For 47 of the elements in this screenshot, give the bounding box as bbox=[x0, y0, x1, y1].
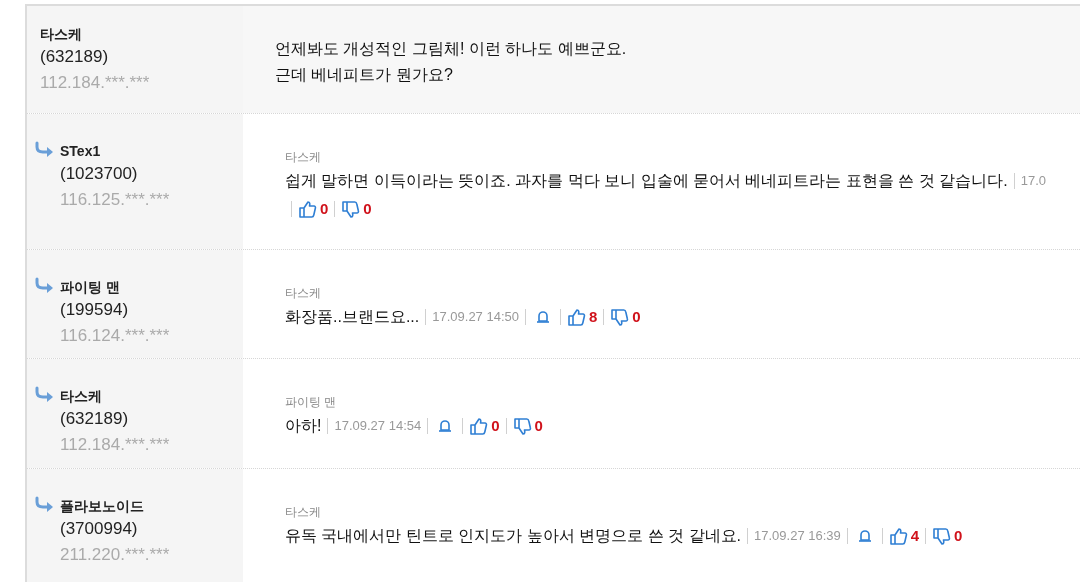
user-id: (632189) bbox=[40, 46, 110, 68]
dislike-button[interactable]: 0 bbox=[341, 198, 372, 221]
nickname[interactable]: 타스케 bbox=[60, 386, 170, 406]
comment-text: 화장품..브랜드요... bbox=[285, 307, 420, 327]
comment-text: 쉽게 말하면 이득이라는 뜻이죠. 과자를 먹다 보니 입술에 묻어서 베네피트라는 표현을 쓴 것 같습니다. bbox=[285, 171, 1008, 191]
ip-address: 112.184.***.*** bbox=[40, 72, 150, 94]
bell-icon bbox=[857, 529, 872, 543]
dislike-button[interactable]: 0 bbox=[610, 305, 641, 329]
dislike-button[interactable]: 0 bbox=[512, 414, 543, 438]
user-id: (199594) bbox=[60, 299, 130, 321]
bell-icon bbox=[536, 310, 550, 324]
thumbs-down-icon bbox=[512, 416, 532, 436]
thumbs-down-icon bbox=[341, 199, 361, 219]
thumbs-up-icon bbox=[298, 199, 317, 219]
reply-target: 타스케 bbox=[285, 149, 322, 166]
thumbs-up-icon bbox=[888, 526, 908, 546]
ip-address: 211.220.***.*** bbox=[60, 544, 170, 566]
nickname[interactable]: 타스케 bbox=[40, 24, 150, 44]
thumbs-up-icon bbox=[567, 307, 586, 327]
ip-address: 116.124.***.*** bbox=[60, 325, 170, 347]
user-id: (632189) bbox=[60, 408, 130, 430]
comment-date: 17.09.27 14:50 bbox=[432, 308, 519, 327]
like-button[interactable]: 4 bbox=[888, 524, 920, 548]
like-button[interactable]: 0 bbox=[298, 198, 329, 221]
reply-target: 타스케 bbox=[285, 285, 322, 302]
user-id: (3700994) bbox=[60, 518, 139, 540]
thumbs-down-icon bbox=[932, 526, 952, 546]
reply-target: 타스케 bbox=[285, 504, 322, 521]
comment-text: 유독 국내에서만 틴트로 인지도가 높아서 변명으로 쓴 것 같네요. bbox=[285, 526, 741, 546]
reply-target: 파이팅 맨 bbox=[285, 394, 338, 411]
comment-text: 아하! bbox=[285, 416, 322, 436]
like-button[interactable]: 8 bbox=[567, 305, 598, 329]
thumbs-down-icon bbox=[610, 307, 630, 327]
dislike-button[interactable]: 0 bbox=[932, 524, 963, 548]
ip-address: 112.184.***.*** bbox=[60, 434, 170, 456]
comment-date: 17.09.27 16:39 bbox=[754, 527, 841, 546]
comment-date: 17.0 bbox=[1020, 172, 1046, 191]
nickname[interactable]: 플라보노이드 bbox=[60, 496, 170, 516]
nickname[interactable]: STex1 bbox=[60, 141, 170, 161]
user-id: (1023700) bbox=[60, 163, 139, 185]
bell-icon bbox=[438, 419, 453, 433]
comment-date: 17.09.27 14:54 bbox=[334, 417, 422, 436]
thumbs-up-icon bbox=[469, 416, 489, 436]
ip-address: 116.125.***.*** bbox=[60, 189, 170, 211]
comment-text: 언제봐도 개성적인 그림체! 이런 하나도 예쁘군요. 근데 베네피트가 뭔가요? bbox=[275, 39, 627, 85]
nickname[interactable]: 파이팅 맨 bbox=[60, 277, 170, 297]
like-button[interactable]: 0 bbox=[469, 414, 500, 438]
